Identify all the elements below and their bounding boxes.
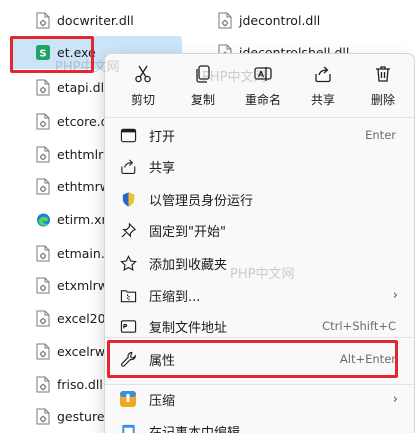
- menu-item-label: 压缩: [149, 393, 176, 409]
- menu-item-label: 共享: [149, 160, 176, 176]
- file-item[interactable]: ethtmlrw: [36, 140, 113, 168]
- file-item[interactable]: etapi.dll: [36, 73, 108, 101]
- cut-button[interactable]: 剪切: [113, 54, 173, 117]
- menu-item-properties[interactable]: 属性 Alt+Enter: [109, 344, 410, 374]
- share-icon: [315, 66, 331, 83]
- dll-file-icon: [36, 376, 50, 393]
- menu-item-label: 固定到"开始": [149, 224, 226, 240]
- dll-file-icon: [36, 408, 50, 425]
- file-item[interactable]: docwriter.dll: [36, 6, 134, 34]
- dll-file-icon: [36, 245, 50, 262]
- file-name: friso.dll: [57, 376, 103, 392]
- delete-button[interactable]: 删除: [353, 54, 413, 117]
- watermark-text: PHP中文网: [230, 267, 295, 282]
- menu-item-edit-in-notepad[interactable]: 在记事本中编辑: [109, 416, 410, 433]
- file-item[interactable]: etxmlrw.: [36, 271, 111, 299]
- copy-path-icon: [119, 317, 137, 335]
- cut-label: 剪切: [130, 93, 155, 107]
- file-item[interactable]: excelrw.c: [36, 337, 115, 365]
- chevron-right-icon: ›: [392, 287, 398, 303]
- file-name: etxmlrw.: [57, 277, 111, 293]
- shortcut-hint: Alt+Enter: [339, 352, 396, 366]
- pin-icon: [119, 221, 137, 239]
- wrench-icon: [119, 350, 137, 368]
- file-item[interactable]: excel200: [36, 304, 114, 332]
- menu-item-compress[interactable]: 压缩 ›: [109, 384, 410, 414]
- menu-item-share[interactable]: 共享: [109, 151, 410, 181]
- file-item[interactable]: ethtmrw.: [36, 172, 113, 200]
- star-icon: [119, 254, 137, 272]
- menu-item-pin-to-start[interactable]: 固定到"开始": [109, 215, 410, 245]
- shortcut-hint: Ctrl+Shift+C: [322, 319, 396, 333]
- copy-button[interactable]: 复制: [173, 54, 233, 117]
- rename-button[interactable]: 重命名: [233, 54, 293, 117]
- trash-icon: [376, 66, 390, 82]
- file-name: docwriter.dll: [57, 12, 134, 28]
- quick-action-bar: 剪切 复制 重命名 共享 删除: [105, 54, 414, 117]
- share-quick-label: 共享: [310, 93, 335, 107]
- dll-file-icon: [36, 343, 50, 360]
- edge-browser-icon: [36, 211, 50, 228]
- share-quick-button[interactable]: 共享: [293, 54, 353, 117]
- shortcut-hint: Enter: [365, 128, 396, 142]
- menu-item-label: 以管理员身份运行: [149, 193, 254, 209]
- context-menu: 剪切 复制 重命名 共享 删除 打开 Enter 共享以管理员身份运行 固定到"开始"…: [104, 53, 415, 433]
- admin-shield-icon: [119, 190, 137, 208]
- spreadsheet-app-icon: S: [36, 44, 50, 61]
- menu-item-label: 添加到收藏夹: [149, 257, 228, 273]
- share-icon: [119, 157, 137, 175]
- dll-file-icon: [36, 178, 50, 195]
- menu-item-label: 复制文件地址: [149, 320, 228, 336]
- menu-item-label: 在记事本中编辑: [149, 425, 241, 433]
- dll-file-icon: [36, 310, 50, 327]
- dll-file-icon: [36, 79, 50, 96]
- dll-file-icon: [36, 277, 50, 294]
- menu-item-compress-to[interactable]: 压缩到... ›: [109, 280, 410, 310]
- menu-divider: [105, 117, 414, 118]
- menu-divider: [105, 337, 414, 338]
- scissors-icon: [135, 65, 151, 83]
- zip-folder-icon: [119, 286, 137, 304]
- dll-file-icon: [36, 12, 50, 29]
- file-item[interactable]: friso.dll: [36, 370, 103, 398]
- chevron-right-icon: ›: [392, 391, 398, 407]
- menu-item-label: 压缩到...: [149, 289, 201, 305]
- file-item[interactable]: etirm.xm: [36, 205, 114, 233]
- notepad-icon: [119, 422, 137, 433]
- watermark-text: PHP中文网: [55, 60, 120, 75]
- watermark-text: PHP中文网: [202, 70, 267, 85]
- svg-text:S: S: [39, 48, 46, 59]
- file-name: jdecontrol.dll: [239, 12, 321, 28]
- menu-item-open[interactable]: 打开 Enter: [109, 120, 410, 150]
- rename-label: 重命名: [244, 93, 281, 107]
- file-item[interactable]: jdecontrol.dll: [218, 6, 320, 34]
- file-name: etapi.dll: [57, 79, 108, 95]
- menu-item-label: 属性: [149, 353, 176, 369]
- dll-file-icon: [36, 113, 50, 130]
- delete-label: 删除: [370, 93, 395, 107]
- menu-divider: [105, 384, 414, 385]
- menu-item-run-as-admin[interactable]: 以管理员身份运行: [109, 184, 410, 214]
- file-item[interactable]: etmain.d: [36, 239, 113, 267]
- copy-label: 复制: [190, 93, 215, 107]
- compress-app-icon: [119, 390, 137, 408]
- menu-item-label: 打开: [149, 129, 176, 145]
- dll-file-icon: [218, 12, 232, 29]
- open-app-icon: [119, 126, 137, 144]
- dll-file-icon: [36, 146, 50, 163]
